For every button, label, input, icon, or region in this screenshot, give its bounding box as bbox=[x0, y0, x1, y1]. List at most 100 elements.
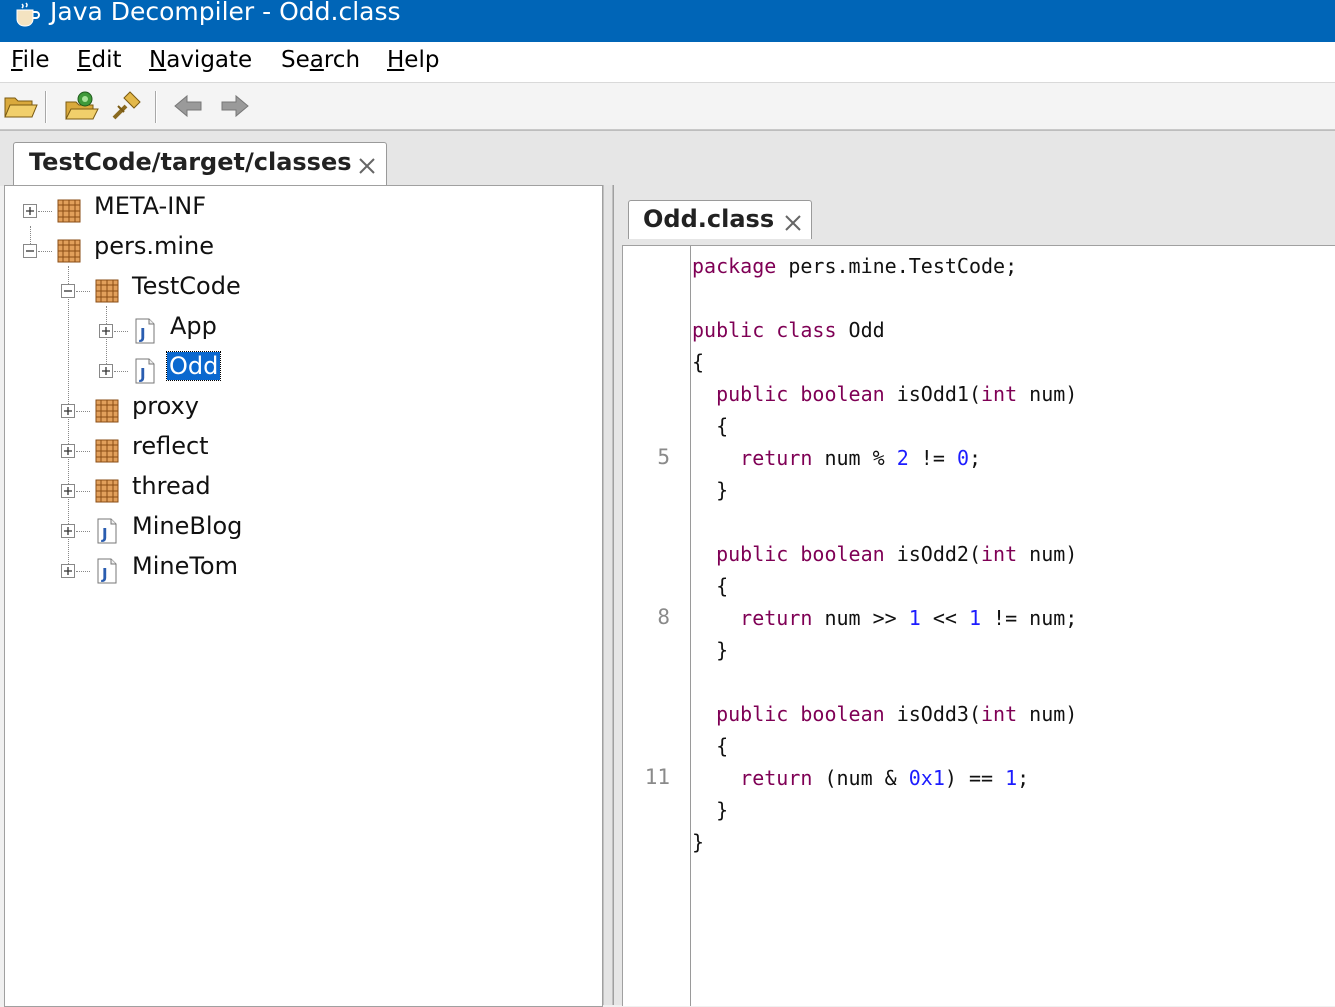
tab-container[interactable]: TestCode/target/classes bbox=[13, 142, 387, 187]
tree-connector bbox=[76, 571, 90, 572]
expand-icon[interactable] bbox=[61, 524, 75, 538]
code-keyword: int bbox=[981, 702, 1018, 726]
tree-item-reflect[interactable]: reflect bbox=[5, 432, 595, 470]
open-type-icon[interactable] bbox=[63, 90, 99, 122]
tree-item-label: META-INF bbox=[94, 192, 207, 220]
tree-connector bbox=[76, 491, 90, 492]
code-text: { bbox=[716, 574, 729, 598]
container-tab-bar: TestCode/target/classes bbox=[0, 130, 1335, 187]
line-number: 11 bbox=[644, 765, 670, 789]
expand-icon[interactable] bbox=[61, 484, 75, 498]
tree-item-label: MineBlog bbox=[132, 512, 243, 540]
menu-edit[interactable]: Edit bbox=[77, 47, 122, 73]
code-number: 1 bbox=[968, 606, 982, 630]
tree-connector bbox=[114, 331, 128, 332]
open-file-icon[interactable] bbox=[2, 90, 38, 122]
code-text: { bbox=[716, 414, 729, 438]
code-text: << bbox=[920, 606, 969, 630]
package-icon bbox=[95, 439, 119, 463]
tree-item-label: reflect bbox=[132, 432, 209, 460]
svg-text:J: J bbox=[139, 365, 146, 383]
menu-bar: File Edit Navigate Search Help bbox=[0, 42, 1335, 83]
code-text: num % bbox=[812, 446, 897, 470]
tree-item-meta-inf[interactable]: META-INF bbox=[5, 192, 595, 230]
code-text: ) == bbox=[944, 766, 1006, 790]
menu-file-label: ile bbox=[22, 47, 50, 73]
code-line-brace: { bbox=[692, 414, 728, 438]
code-keyword: public class bbox=[692, 318, 837, 342]
package-icon bbox=[95, 399, 119, 423]
code-keyword: return bbox=[740, 766, 813, 790]
code-text: != num; bbox=[981, 606, 1078, 630]
code-keyword: return bbox=[740, 606, 813, 630]
expand-icon[interactable] bbox=[23, 204, 37, 218]
back-arrow-icon[interactable] bbox=[171, 90, 207, 122]
menu-search[interactable]: Search bbox=[281, 47, 360, 73]
forward-arrow-icon[interactable] bbox=[216, 90, 252, 122]
code-line-return-2: return num >> 1 << 1 != num; bbox=[692, 606, 1077, 630]
menu-search-label-pre: Se bbox=[281, 47, 310, 73]
code-text: { bbox=[716, 734, 729, 758]
search-icon[interactable] bbox=[108, 90, 144, 122]
code-number: 0x1 bbox=[908, 766, 945, 790]
tab-odd-class[interactable]: Odd.class bbox=[628, 200, 812, 239]
code-line-package: package pers.mine.TestCode; bbox=[692, 254, 1017, 278]
pane-splitter[interactable] bbox=[603, 185, 613, 1005]
tree-item-label: TestCode bbox=[132, 272, 241, 300]
code-number: 0 bbox=[956, 446, 969, 470]
code-line-class: public class Odd bbox=[692, 318, 885, 342]
package-icon bbox=[95, 479, 119, 503]
menu-file[interactable]: File bbox=[11, 47, 50, 73]
close-icon[interactable] bbox=[783, 213, 803, 233]
close-icon[interactable] bbox=[357, 156, 377, 176]
tree-connector bbox=[114, 371, 128, 372]
expand-icon[interactable] bbox=[61, 564, 75, 578]
menu-help[interactable]: Help bbox=[387, 47, 439, 73]
expand-icon[interactable] bbox=[99, 324, 113, 338]
menu-help-mnemonic: H bbox=[387, 47, 405, 73]
tree-item-odd[interactable]: J Odd bbox=[5, 351, 595, 390]
code-text: isOdd1( bbox=[884, 382, 981, 406]
menu-help-label: elp bbox=[404, 47, 440, 73]
code-number: 1 bbox=[1005, 766, 1018, 790]
svg-text:J: J bbox=[139, 325, 146, 343]
tree-item-thread[interactable]: thread bbox=[5, 472, 595, 510]
code-keyword: public boolean bbox=[716, 702, 885, 726]
tree-item-app[interactable]: J App bbox=[5, 312, 595, 350]
code-line-brace: } bbox=[692, 478, 728, 502]
menu-edit-label: dit bbox=[91, 47, 122, 73]
package-icon bbox=[57, 199, 81, 223]
tree-item-pers-mine[interactable]: pers.mine bbox=[5, 232, 595, 270]
tree-item-minetom[interactable]: J MineTom bbox=[5, 552, 595, 590]
tree-connector bbox=[76, 451, 90, 452]
menu-file-mnemonic: F bbox=[11, 47, 23, 73]
collapse-icon[interactable] bbox=[23, 244, 37, 258]
code-line-brace: { bbox=[692, 350, 705, 374]
line-number: 8 bbox=[657, 605, 670, 629]
toolbar bbox=[0, 83, 1335, 130]
svg-text:J: J bbox=[101, 565, 108, 583]
title-bar: Java Decompiler - Odd.class bbox=[0, 0, 1335, 42]
line-number-gutter: 5 8 11 bbox=[623, 246, 691, 1006]
collapse-icon[interactable] bbox=[61, 284, 75, 298]
menu-navigate[interactable]: Navigate bbox=[149, 47, 252, 73]
code-text: ; bbox=[968, 446, 982, 470]
code-keyword: int bbox=[981, 542, 1018, 566]
java-file-icon: J bbox=[135, 318, 155, 344]
expand-icon[interactable] bbox=[99, 364, 113, 378]
expand-icon[interactable] bbox=[61, 444, 75, 458]
code-line-return-1: return num % 2 != 0; bbox=[692, 446, 981, 470]
tree-item-testcode[interactable]: TestCode bbox=[5, 272, 595, 310]
code-editor[interactable]: 5 8 11 package pers.mine.TestCode; publi… bbox=[622, 245, 1335, 1006]
coffee-cup-icon bbox=[16, 2, 40, 27]
menu-navigate-label: avigate bbox=[166, 47, 253, 73]
tree-item-proxy[interactable]: proxy bbox=[5, 392, 595, 430]
editor-pane: Odd.class 5 8 11 package pers.mine.TestC… bbox=[613, 185, 1335, 1006]
tree-connector bbox=[76, 531, 90, 532]
tree-item-mineblog[interactable]: J MineBlog bbox=[5, 512, 595, 550]
package-tree: META-INF pers.mine TestCode J App J Odd … bbox=[4, 185, 603, 1007]
tree-item-label: thread bbox=[132, 472, 211, 500]
expand-icon[interactable] bbox=[61, 404, 75, 418]
tree-item-label-selected: Odd bbox=[165, 351, 222, 381]
code-text: ; bbox=[1017, 766, 1030, 790]
